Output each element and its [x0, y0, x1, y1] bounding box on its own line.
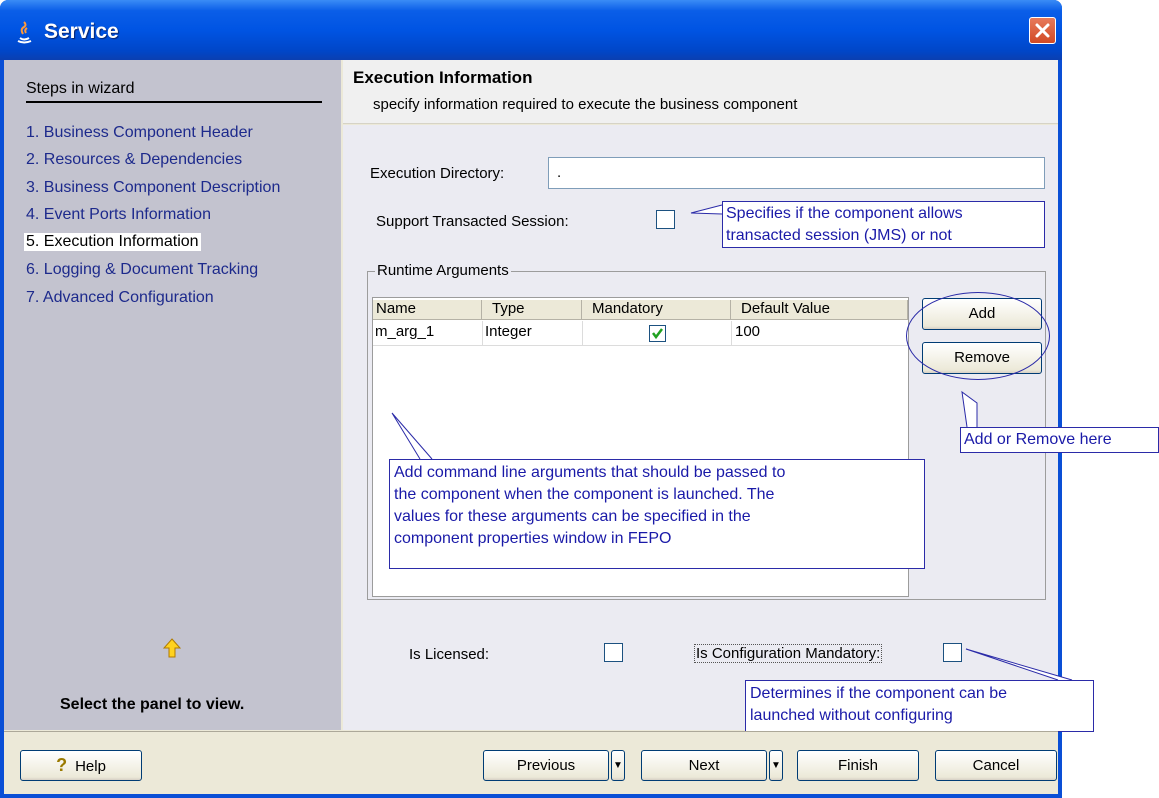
next-button[interactable]: Next: [641, 750, 767, 781]
previous-button[interactable]: Previous: [483, 750, 609, 781]
callout-pointers: [391, 204, 1073, 681]
dropdown-arrow-icon: ▼: [771, 760, 781, 771]
dropdown-arrow-icon: ▼: [613, 760, 623, 771]
help-button[interactable]: ? Help: [20, 750, 142, 781]
finish-button[interactable]: Finish: [797, 750, 919, 781]
cancel-button[interactable]: Cancel: [935, 750, 1057, 781]
help-label: Help: [75, 758, 106, 775]
help-icon: ?: [56, 755, 68, 775]
next-dropdown-button[interactable]: ▼: [769, 750, 783, 781]
previous-dropdown-button[interactable]: ▼: [611, 750, 625, 781]
